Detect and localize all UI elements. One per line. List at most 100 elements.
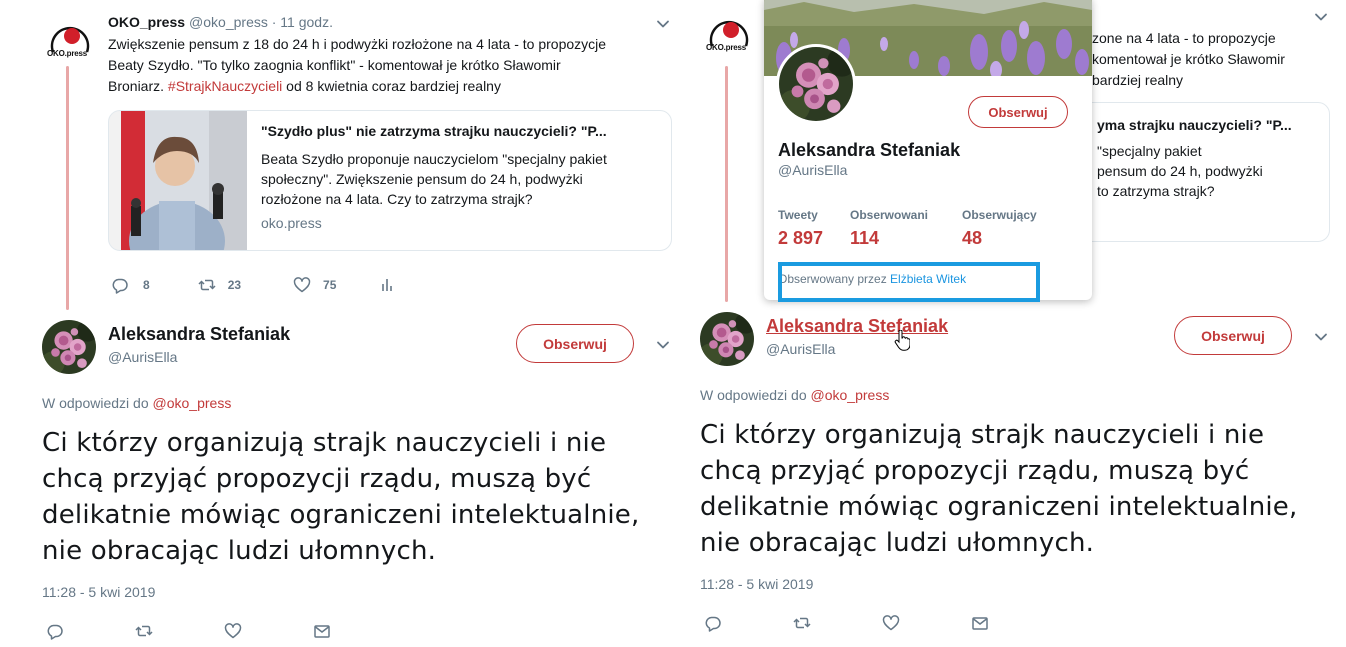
tweet-line: Ci którzy organizują strajk nauczycieli …: [42, 428, 607, 458]
chevron-down-icon[interactable]: [654, 336, 672, 354]
retweet-action[interactable]: 23: [198, 276, 241, 294]
left-screenshot-panel: OKO.press OKO_press @oko_press · 11 godz.…: [0, 0, 690, 647]
avatar[interactable]: [700, 312, 754, 366]
mail-icon: [313, 622, 331, 640]
stat-tweets-value[interactable]: 2 897: [778, 228, 823, 249]
reply-author-handle[interactable]: @AurisElla: [766, 341, 835, 357]
reply-action[interactable]: 8: [111, 276, 150, 294]
hovercard-avatar[interactable]: [776, 44, 856, 124]
reply-icon: [704, 614, 722, 632]
tweet-line: Beaty Szydło. "To tylko zaognia konflikt…: [108, 57, 561, 73]
card-title: yma strajku nauczycieli? "P...: [1097, 117, 1292, 133]
link-card[interactable]: yma strajku nauczycieli? "P... "specjaln…: [1072, 102, 1330, 242]
tweet-line: delikatnie mówiąc ograniczeni intelektua…: [42, 500, 640, 530]
like-count: 75: [323, 278, 337, 292]
tweet-text-part: od 8 kwietnia coraz bardziej realny: [282, 78, 501, 94]
hashtag-link[interactable]: #StrajkNauczycieli: [168, 78, 282, 94]
stat-following-label[interactable]: Obserwowani: [850, 208, 928, 222]
mention-link[interactable]: @oko_press: [811, 387, 890, 403]
follow-button[interactable]: Obserwuj: [516, 324, 634, 363]
right-screenshot-panel: OKO.press zone na 4 lata - to propozycje…: [692, 0, 1346, 647]
stat-followers-label[interactable]: Obserwujący: [962, 208, 1037, 222]
retweet-icon: [135, 622, 153, 640]
reply-count: 8: [143, 278, 150, 292]
retweet-icon: [198, 276, 216, 294]
hand-cursor-icon: [894, 330, 910, 352]
tweet-line: nie obracając ludzi ułomnych.: [42, 536, 437, 566]
quoted-tweet-actions: 8 23 75: [111, 276, 396, 294]
chevron-down-icon[interactable]: [1312, 8, 1330, 26]
chevron-down-icon[interactable]: [654, 15, 672, 33]
tweet-line: Zwiększenie pensum z 18 do 24 h i podwyż…: [108, 36, 607, 52]
tweet-line: Broniarz. #StrajkNauczycieli od 8 kwietn…: [108, 76, 688, 97]
tweet-line: komentował je krótko Sławomir: [1092, 51, 1285, 67]
mention-link[interactable]: @oko_press: [153, 395, 232, 411]
card-desc-line: pensum do 24 h, podwyżki: [1097, 163, 1263, 179]
card-desc-line: społeczny". Zwiększenie pensum do 24 h, …: [261, 171, 583, 187]
follow-button[interactable]: Obserwuj: [1174, 316, 1292, 355]
reply-prefix: W odpowiedzi do: [42, 395, 153, 411]
like-action[interactable]: [224, 622, 242, 640]
reply-action[interactable]: [46, 622, 64, 640]
quoted-tweet-text: Zwiększenie pensum z 18 do 24 h i podwyż…: [108, 34, 688, 97]
retweet-action[interactable]: [793, 614, 811, 632]
retweet-action[interactable]: [135, 622, 153, 640]
oko-press-avatar[interactable]: OKO.press: [47, 16, 93, 62]
oko-logo-text: OKO.press: [706, 43, 746, 52]
reply-prefix: W odpowiedzi do: [700, 387, 811, 403]
follow-button[interactable]: Obserwuj: [968, 96, 1068, 128]
rose-avatar-icon: [42, 320, 96, 374]
tweet-line: chcą przyjąć propozycji rządu, muszą być: [42, 464, 592, 494]
hovercard-name[interactable]: Aleksandra Stefaniak: [778, 140, 960, 161]
rose-avatar-icon: [700, 312, 754, 366]
like-action[interactable]: 75: [293, 276, 336, 294]
tweet-line: Ci którzy organizują strajk nauczycieli …: [700, 420, 1265, 450]
stat-tweets-label[interactable]: Tweety: [778, 208, 818, 222]
hovercard-handle[interactable]: @AurisElla: [778, 162, 847, 178]
avatar[interactable]: [42, 320, 96, 374]
card-desc-line: rozłożone na 4 lata. Czy to zatrzyma str…: [261, 191, 533, 207]
tweet-line: bardziej realny: [1092, 72, 1184, 88]
tweet-timestamp[interactable]: 11:28 - 5 kwi 2019: [42, 584, 155, 600]
reply-author-name[interactable]: Aleksandra Stefaniak: [766, 316, 948, 337]
stat-followers-value[interactable]: 48: [962, 228, 982, 249]
author-name[interactable]: OKO_press: [108, 14, 185, 30]
rose-avatar-icon: [779, 47, 853, 121]
reply-tweet-actions: [46, 622, 331, 640]
reply-icon: [46, 622, 64, 640]
profile-hovercard: Obserwuj Aleksandra Stefaniak @AurisElla…: [764, 0, 1092, 300]
reply-author-name[interactable]: Aleksandra Stefaniak: [108, 324, 290, 345]
retweet-count: 23: [227, 278, 242, 292]
stat-following-value[interactable]: 114: [850, 228, 879, 249]
quoted-tweet-header: OKO_press @oko_press · 11 godz.: [108, 14, 333, 30]
tweet-timestamp[interactable]: 11:28 - 5 kwi 2019: [700, 576, 813, 592]
oko-logo-text: OKO.press: [47, 49, 87, 58]
card-desc-line: "specjalny pakiet: [1097, 143, 1202, 159]
quoted-tweet-text-partial: zone na 4 lata - to propozycje komentowa…: [1092, 28, 1342, 91]
reply-icon: [111, 276, 129, 294]
reply-tweet-text: Ci którzy organizują strajk nauczycieli …: [42, 425, 682, 569]
chevron-down-icon[interactable]: [1312, 328, 1330, 346]
tweet-line: delikatnie mówiąc ograniczeni intelektua…: [700, 492, 1298, 522]
reply-tweet-text: Ci którzy organizują strajk nauczycieli …: [700, 417, 1340, 561]
direct-message-action[interactable]: [313, 622, 331, 640]
reply-author-handle[interactable]: @AurisElla: [108, 349, 177, 365]
analytics-action[interactable]: [378, 276, 396, 294]
card-image: [109, 111, 247, 250]
tweet-line: chcą przyjąć propozycji rządu, muszą być: [700, 456, 1250, 486]
card-desc-line: Beata Szydło proponuje nauczycielom "spe…: [261, 151, 607, 167]
reply-tweet-actions: [704, 614, 989, 632]
retweet-icon: [793, 614, 811, 632]
card-title: "Szydło plus" nie zatrzyma strajku naucz…: [261, 123, 607, 139]
link-card[interactable]: "Szydło plus" nie zatrzyma strajku naucz…: [108, 110, 672, 251]
direct-message-action[interactable]: [971, 614, 989, 632]
card-description: "specjalny pakiet pensum do 24 h, podwyż…: [1097, 141, 1327, 201]
heart-icon: [293, 276, 311, 294]
oko-press-avatar[interactable]: OKO.press: [706, 10, 752, 56]
card-photo-icon: [109, 111, 247, 250]
like-action[interactable]: [882, 614, 900, 632]
tweet-text-part: Broniarz.: [108, 78, 168, 94]
heart-icon: [882, 614, 900, 632]
heart-icon: [224, 622, 242, 640]
reply-action[interactable]: [704, 614, 722, 632]
